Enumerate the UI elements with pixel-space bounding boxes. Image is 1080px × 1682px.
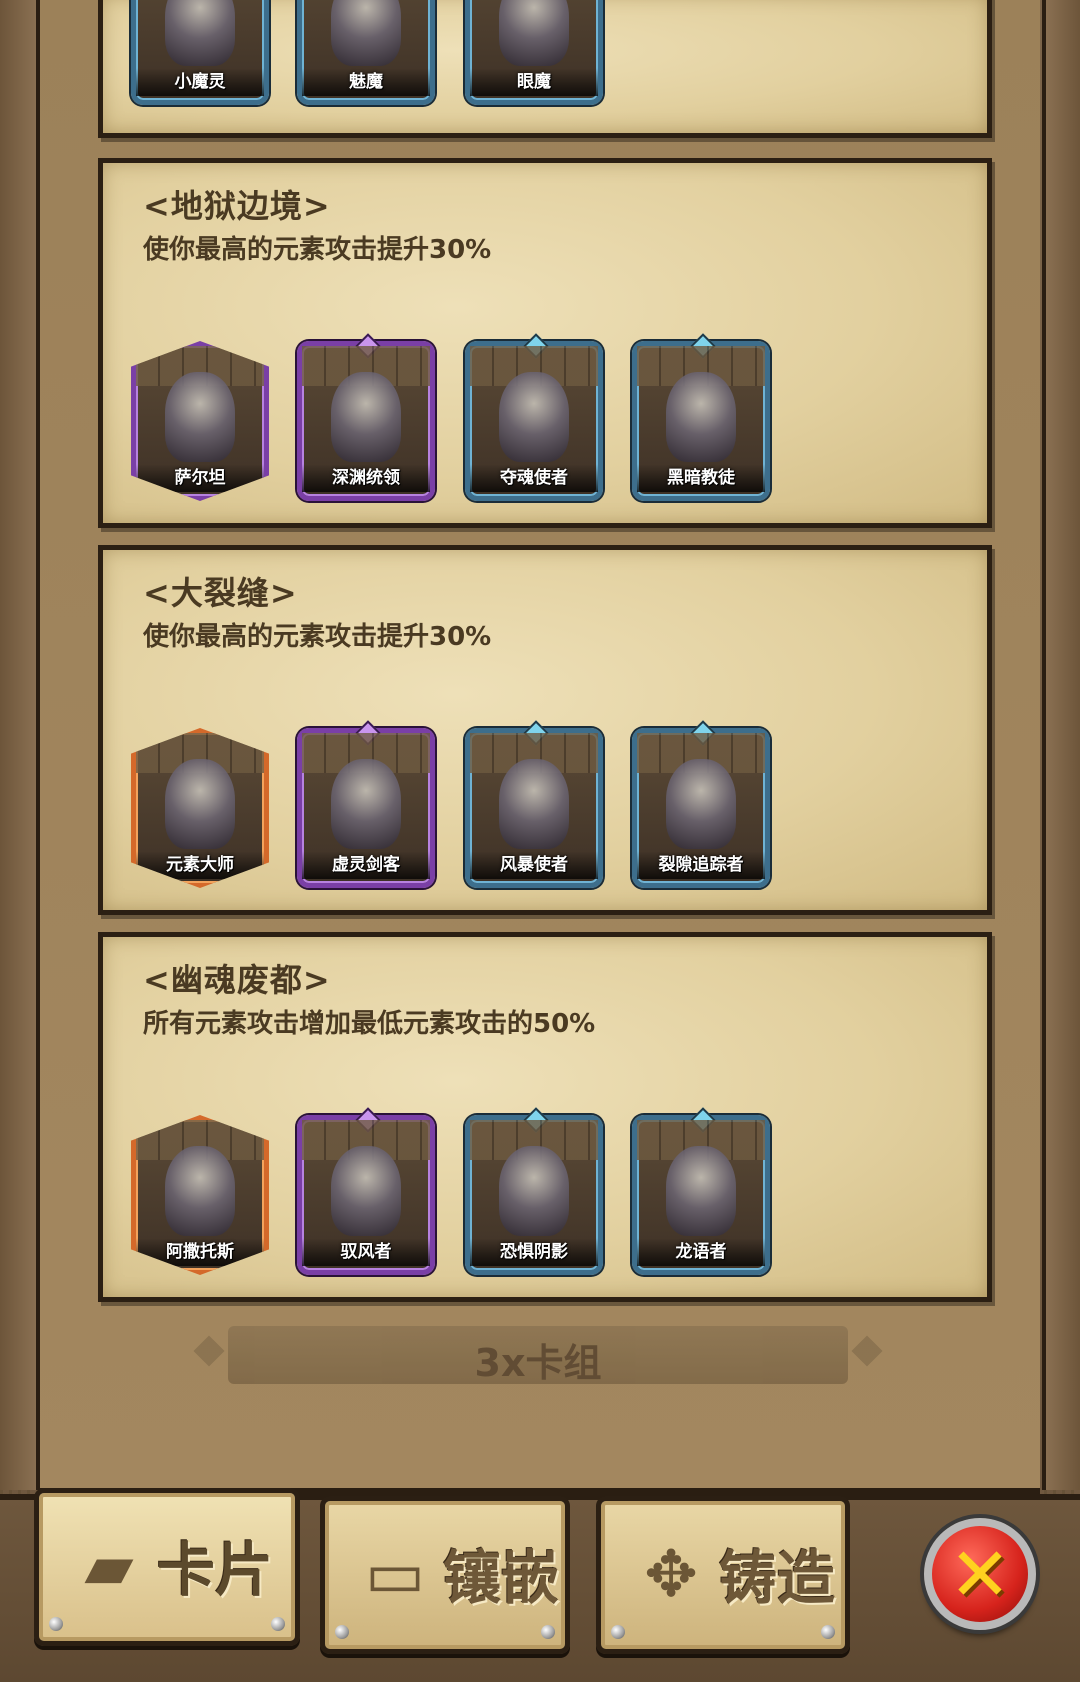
- nail-icon: [611, 1625, 625, 1639]
- card-portrait: [666, 1146, 736, 1236]
- card-name: 龙语者: [637, 1238, 765, 1266]
- card-name: 黑暗教徒: [637, 464, 765, 492]
- set-bonus-description: 所有元素攻击增加最低元素攻击的50%: [143, 1009, 596, 1039]
- set-panel: <地狱边境> 使你最高的元素攻击提升30% 萨尔坦 深渊统领 夺魂使者 黑暗教徒: [98, 158, 992, 528]
- card-portrait: [165, 372, 235, 462]
- card-name: 恐惧阴影: [470, 1238, 598, 1266]
- card-name: 虚灵剑客: [302, 851, 430, 879]
- card-portrait: [499, 0, 569, 66]
- card-name: 夺魂使者: [470, 464, 598, 492]
- frame-right-edge: [1042, 0, 1080, 1490]
- card-portrait: [331, 759, 401, 849]
- set-title: <幽魂废都>: [143, 961, 331, 999]
- cards-icon: ▰: [84, 1530, 134, 1604]
- card-name: 魅魔: [302, 68, 430, 96]
- deck-count-label: 3x卡组: [474, 1341, 602, 1385]
- card-name: 眼魔: [470, 68, 598, 96]
- set-panel: <幽魂废都> 所有元素攻击增加最低元素攻击的50% 阿撒托斯 驭风者 恐惧阴影 …: [98, 932, 992, 1302]
- tab-forge[interactable]: ✥ 铸造: [596, 1496, 850, 1654]
- frame-left-edge: [0, 0, 40, 1490]
- tab-inlay-label: 镶嵌: [443, 1544, 560, 1612]
- nail-icon: [821, 1625, 835, 1639]
- card-name: 驭风者: [302, 1238, 430, 1266]
- card[interactable]: 驭风者: [297, 1107, 435, 1275]
- card[interactable]: 阿撒托斯: [131, 1115, 269, 1275]
- card-portrait: [331, 1146, 401, 1236]
- card[interactable]: 小魔灵: [131, 0, 269, 105]
- tab-forge-label: 铸造: [719, 1544, 836, 1612]
- tab-cards[interactable]: ▰ 卡片: [34, 1488, 300, 1646]
- card[interactable]: 风暴使者: [465, 720, 603, 888]
- nail-icon: [541, 1625, 555, 1639]
- card[interactable]: 裂隙追踪者: [632, 720, 770, 888]
- card-name: 萨尔坦: [136, 464, 264, 492]
- card-portrait: [331, 372, 401, 462]
- tab-cards-label: 卡片: [157, 1536, 274, 1604]
- set-title: <大裂缝>: [143, 574, 298, 612]
- set-panel-top-partial: 小魔灵 魅魔 眼魔: [98, 0, 992, 138]
- card-portrait: [165, 1146, 235, 1236]
- card[interactable]: 黑暗教徒: [632, 333, 770, 501]
- book-icon: ▭: [364, 1538, 426, 1612]
- set-bonus-description: 使你最高的元素攻击提升30%: [143, 235, 492, 265]
- close-button[interactable]: ✕: [924, 1518, 1036, 1630]
- close-icon: ✕: [948, 1532, 1011, 1618]
- card[interactable]: 恐惧阴影: [465, 1107, 603, 1275]
- card-portrait: [331, 0, 401, 66]
- card[interactable]: 深渊统领: [297, 333, 435, 501]
- nail-icon: [49, 1617, 63, 1631]
- card-portrait: [499, 372, 569, 462]
- nail-icon: [271, 1617, 285, 1631]
- card[interactable]: 元素大师: [131, 728, 269, 888]
- card-name: 裂隙追踪者: [637, 851, 765, 879]
- forge-icon: ✥: [644, 1538, 698, 1612]
- card-name: 风暴使者: [470, 851, 598, 879]
- set-title: <地狱边境>: [143, 187, 331, 225]
- card-name: 元素大师: [136, 851, 264, 879]
- card-portrait: [165, 759, 235, 849]
- card-portrait: [666, 372, 736, 462]
- card-portrait: [499, 759, 569, 849]
- tab-inlay[interactable]: ▭ 镶嵌: [320, 1496, 570, 1654]
- card-portrait: [165, 0, 235, 66]
- card-name: 小魔灵: [136, 68, 264, 96]
- card[interactable]: 萨尔坦: [131, 341, 269, 501]
- card-portrait: [666, 759, 736, 849]
- card[interactable]: 魅魔: [297, 0, 435, 105]
- card[interactable]: 眼魔: [465, 0, 603, 105]
- card[interactable]: 龙语者: [632, 1107, 770, 1275]
- set-bonus-description: 使你最高的元素攻击提升30%: [143, 622, 492, 652]
- card-portrait: [499, 1146, 569, 1236]
- nail-icon: [335, 1625, 349, 1639]
- deck-count-banner: 3x卡组: [228, 1326, 848, 1385]
- card-name: 阿撒托斯: [136, 1238, 264, 1266]
- card[interactable]: 夺魂使者: [465, 333, 603, 501]
- card-name: 深渊统领: [302, 464, 430, 492]
- set-panel: <大裂缝> 使你最高的元素攻击提升30% 元素大师 虚灵剑客 风暴使者 裂隙追踪…: [98, 545, 992, 915]
- card[interactable]: 虚灵剑客: [297, 720, 435, 888]
